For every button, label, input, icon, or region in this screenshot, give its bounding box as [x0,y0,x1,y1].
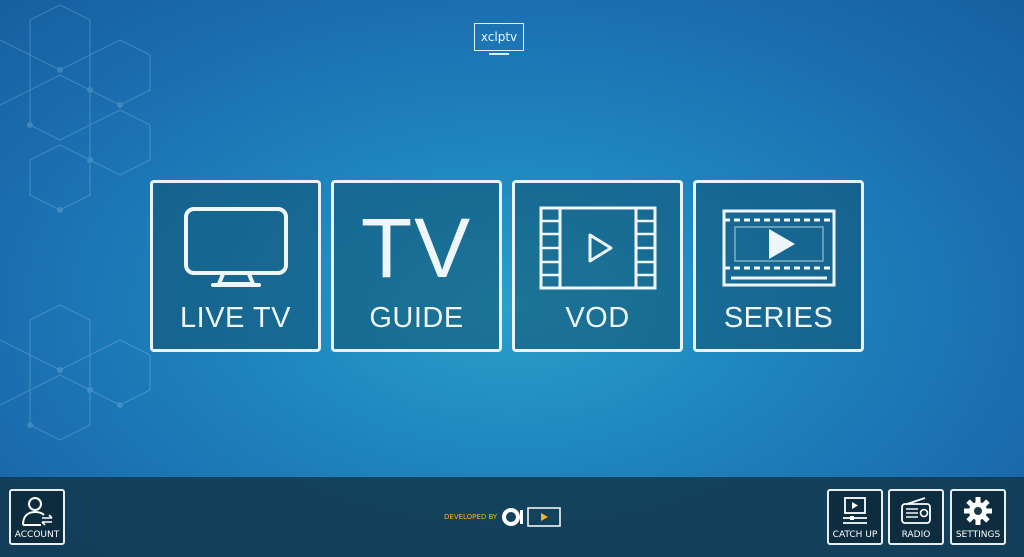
radio-label: RADIO [901,530,931,540]
film-play-icon [515,203,680,293]
tile-label: VOD [565,302,630,334]
tile-label: LIVE TV [180,302,291,334]
main-menu-tiles: LIVE TV TV GUIDE VOD SERIES [150,180,864,352]
tile-guide[interactable]: TV GUIDE [331,180,502,352]
developer-credit: DEVELOPED BY [444,507,561,527]
account-label: ACCOUNT [14,530,60,540]
app-logo-text: xclptv [480,30,518,44]
developed-by-text: DEVELOPED BY [444,513,498,521]
radio-icon [899,491,933,530]
app-logo: xclptv [474,23,524,55]
hexagon-pattern-decoration [0,4,151,441]
tv-text-icon: TV [334,203,499,293]
gear-icon [963,491,993,530]
developer-logo-ring-icon [502,508,524,526]
tile-label: GUIDE [369,302,464,334]
tile-series[interactable]: SERIES [693,180,864,352]
catchup-label: CATCH UP [832,530,878,540]
guide-big-text: TV [360,201,473,295]
catchup-icon [840,491,870,530]
settings-button[interactable]: SETTINGS [950,489,1006,545]
tile-label: SERIES [723,302,834,334]
developer-logo-play-icon [527,507,561,527]
tile-vod[interactable]: VOD [512,180,683,352]
radio-button[interactable]: RADIO [888,489,944,545]
monitor-icon [153,203,318,293]
settings-label: SETTINGS [955,530,1001,540]
user-swap-icon [19,491,55,530]
tile-live-tv[interactable]: LIVE TV [150,180,321,352]
series-player-icon [696,203,861,293]
account-button[interactable]: ACCOUNT [9,489,65,545]
catchup-button[interactable]: CATCH UP [827,489,883,545]
